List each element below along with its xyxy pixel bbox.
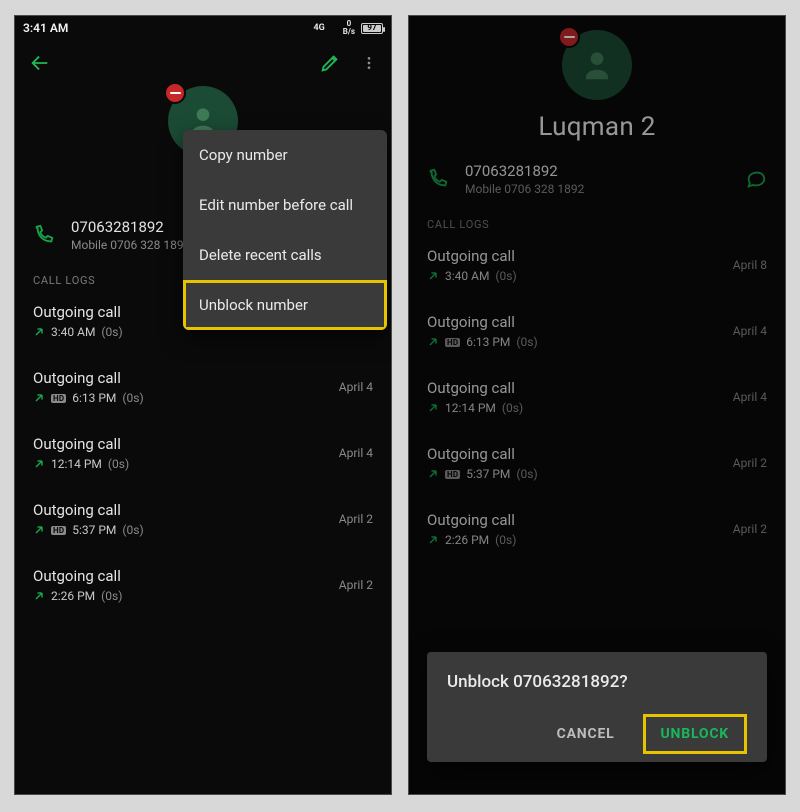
log-date: April 2 (339, 512, 373, 526)
log-time: 12:14 PM (51, 457, 102, 471)
net-speed: 0 B/s (343, 20, 355, 36)
log-row[interactable]: Outgoing call 12:14 PM (0s) April 4 (15, 423, 391, 489)
log-duration: (0s) (101, 589, 122, 603)
network-4g: 4G (313, 24, 324, 33)
outgoing-arrow-icon (33, 458, 45, 470)
dialog-title: Unblock 07063281892? (447, 672, 747, 692)
battery-indicator: 97 (361, 23, 383, 34)
context-menu: Copy number Edit number before call Dele… (183, 130, 387, 330)
log-date: April 4 (339, 380, 373, 394)
status-bar: 3:41 AM 4G 0 B/s 97 (15, 16, 391, 40)
toolbar (15, 40, 391, 78)
log-title: Outgoing call (33, 501, 144, 519)
call-icon[interactable] (33, 224, 55, 246)
menu-edit-number[interactable]: Edit number before call (183, 180, 387, 230)
log-time: 6:13 PM (72, 391, 116, 405)
back-arrow-icon[interactable] (29, 52, 51, 74)
outgoing-arrow-icon (33, 524, 45, 536)
log-time: 5:37 PM (72, 523, 116, 537)
log-time: 2:26 PM (51, 589, 95, 603)
edit-icon[interactable] (319, 52, 341, 74)
hd-badge: HD (51, 526, 66, 535)
log-duration: (0s) (122, 391, 143, 405)
log-row[interactable]: Outgoing call HD 5:37 PM (0s) April 2 (15, 489, 391, 555)
log-duration: (0s) (108, 457, 129, 471)
log-duration: (0s) (122, 523, 143, 537)
menu-unblock-number[interactable]: Unblock number (183, 280, 387, 330)
screenshot-right: Luqman 2 07063281892 Mobile 0706 328 189… (408, 15, 786, 795)
unblock-dialog: Unblock 07063281892? CANCEL UNBLOCK (427, 652, 767, 762)
hd-badge: HD (51, 394, 66, 403)
outgoing-arrow-icon (33, 326, 45, 338)
log-date: April 2 (339, 578, 373, 592)
log-time: 3:40 AM (51, 325, 95, 339)
call-log-list: Outgoing call 3:40 AM (0s) April 8 Outgo… (15, 291, 391, 621)
menu-delete-calls[interactable]: Delete recent calls (183, 230, 387, 280)
blocked-badge-icon (164, 82, 186, 104)
outgoing-arrow-icon (33, 392, 45, 404)
menu-copy-number[interactable]: Copy number (183, 130, 387, 180)
dialog-unblock-button[interactable]: UNBLOCK (643, 714, 748, 754)
log-title: Outgoing call (33, 435, 129, 453)
screenshot-left: 3:41 AM 4G 0 B/s 97 (14, 15, 392, 795)
log-title: Outgoing call (33, 369, 144, 387)
dialog-cancel-button[interactable]: CANCEL (539, 714, 633, 754)
log-row[interactable]: Outgoing call HD 6:13 PM (0s) April 4 (15, 357, 391, 423)
log-date: April 4 (339, 446, 373, 460)
log-row[interactable]: Outgoing call 2:26 PM (0s) April 2 (15, 555, 391, 621)
log-duration: (0s) (101, 325, 122, 339)
status-time: 3:41 AM (23, 21, 68, 35)
log-title: Outgoing call (33, 567, 122, 585)
log-title: Outgoing call (33, 303, 123, 321)
more-menu-icon[interactable] (361, 52, 377, 74)
outgoing-arrow-icon (33, 590, 45, 602)
